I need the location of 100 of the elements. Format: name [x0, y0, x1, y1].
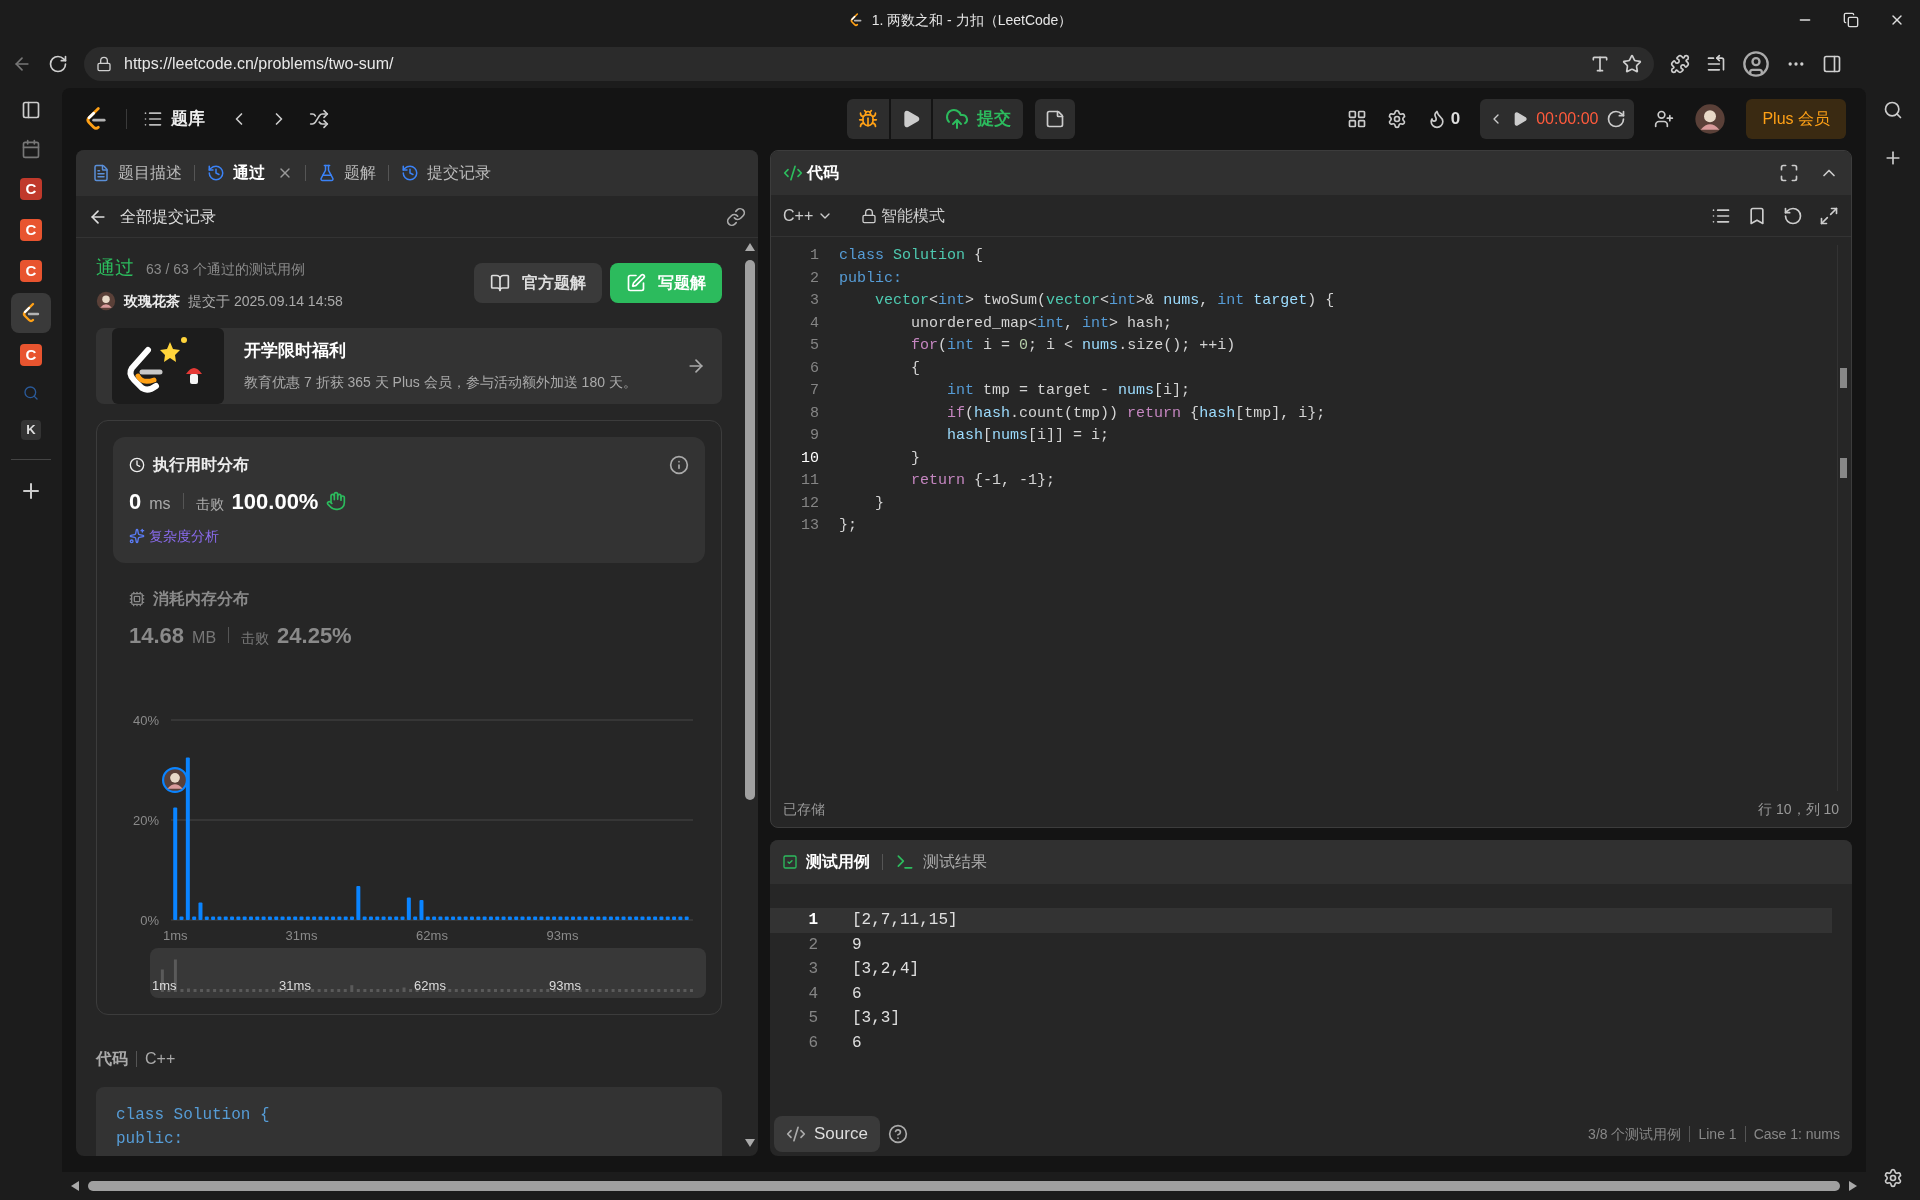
search-icon[interactable] [1883, 100, 1903, 120]
input-line[interactable]: 5 [3,3] [770, 1006, 1832, 1031]
invite-icon[interactable] [1654, 109, 1675, 129]
histogram-bar[interactable] [552, 916, 557, 920]
app-tile[interactable]: C [20, 260, 42, 282]
histogram-bar[interactable] [438, 916, 443, 920]
input-line[interactable]: 2 9 [770, 932, 1832, 957]
tabs-icon[interactable] [21, 100, 41, 120]
histogram-bar[interactable] [413, 916, 418, 920]
histogram-bar[interactable] [545, 916, 550, 920]
reset-icon[interactable] [1783, 205, 1803, 226]
settings-icon[interactable] [1883, 1168, 1903, 1188]
histogram-bar[interactable] [312, 916, 317, 920]
histogram-bar[interactable] [261, 916, 266, 920]
play-icon[interactable] [1512, 111, 1529, 127]
reset-timer-icon[interactable] [1606, 109, 1627, 129]
histogram-bar[interactable] [343, 916, 348, 920]
input-line[interactable]: 3 [3,2,4] [770, 957, 1832, 982]
scroll-up-icon[interactable] [744, 242, 756, 252]
histogram-bar[interactable] [211, 916, 216, 920]
favorite-star-icon[interactable] [1622, 54, 1642, 74]
histogram-bar[interactable] [520, 916, 525, 920]
calendar-icon[interactable] [21, 139, 41, 159]
histogram-bar[interactable] [451, 916, 456, 920]
histogram-bar[interactable] [192, 916, 197, 920]
shuffle-icon[interactable] [309, 109, 329, 129]
histogram-bar[interactable] [583, 916, 588, 920]
histogram-bar[interactable] [274, 916, 279, 920]
histogram-bar[interactable] [488, 916, 493, 920]
histogram-bar[interactable] [305, 916, 310, 920]
histogram-bar[interactable] [539, 916, 544, 920]
plus-member-button[interactable]: Plus 会员 [1746, 99, 1846, 139]
histogram-bar[interactable] [526, 916, 531, 920]
histogram-bar[interactable] [204, 916, 209, 920]
language-select[interactable]: C++ [783, 203, 834, 228]
histogram-bar[interactable] [608, 916, 613, 920]
info-icon[interactable] [669, 454, 689, 475]
histogram-bar[interactable] [318, 916, 323, 920]
submit-button[interactable]: 提交 [933, 99, 1023, 139]
histogram-bar[interactable] [634, 916, 639, 920]
histogram-bar[interactable] [457, 916, 462, 920]
histogram-bar[interactable] [640, 916, 645, 920]
histogram-bar[interactable] [255, 916, 260, 920]
histogram-bar[interactable] [615, 916, 620, 920]
histogram-bar[interactable] [280, 916, 285, 920]
histogram-bar[interactable] [514, 916, 519, 920]
histogram-bar[interactable] [331, 916, 336, 920]
input-line[interactable]: 6 6 [770, 1030, 1832, 1055]
read-aloud-icon[interactable] [1590, 54, 1610, 74]
histogram-bar[interactable] [646, 916, 651, 920]
histogram-bar[interactable] [659, 916, 664, 920]
official-solution-button[interactable]: 官方题解 [474, 262, 602, 303]
histogram-bar[interactable] [337, 916, 342, 920]
histogram-bar[interactable] [463, 916, 468, 920]
histogram-bar[interactable] [482, 916, 487, 920]
restore-icon[interactable] [1843, 12, 1859, 28]
promo-card[interactable]: 开学限时福利 教育优惠 7 折获 365 天 Plus 会员，参与活动额外加送 180 天。 [96, 327, 722, 404]
histogram-bar[interactable] [236, 916, 241, 920]
histogram-bar[interactable] [293, 916, 298, 920]
histogram-bar[interactable] [684, 916, 689, 920]
histogram-bar[interactable] [621, 916, 626, 920]
histogram-bar[interactable] [533, 916, 538, 920]
scroll-right-icon[interactable] [1848, 1180, 1858, 1192]
settings-icon[interactable] [1386, 109, 1407, 129]
help-icon[interactable] [887, 1124, 908, 1144]
panel-tab[interactable]: 测试用例 [782, 850, 870, 874]
notes-button[interactable] [1035, 99, 1075, 139]
debug-button[interactable] [847, 99, 889, 139]
histogram-bar[interactable] [470, 916, 474, 920]
panel-tab[interactable]: 测试结果 [895, 850, 987, 874]
input-line[interactable]: 4 6 [770, 981, 1832, 1006]
histogram-bar[interactable] [501, 916, 506, 920]
histogram-bar[interactable] [324, 916, 329, 920]
fullscreen-icon[interactable] [1779, 163, 1799, 183]
panel-tab[interactable]: 提交记录 [401, 161, 491, 185]
histogram-bar[interactable] [627, 916, 632, 920]
layout-icon[interactable] [1346, 109, 1367, 129]
histogram-bar[interactable] [217, 916, 222, 920]
histogram-bar[interactable] [387, 916, 392, 920]
back-link[interactable]: 全部提交记录 [88, 204, 216, 229]
histogram-bar[interactable] [223, 916, 228, 920]
link-icon[interactable] [726, 206, 746, 227]
histogram-bar[interactable] [400, 916, 405, 920]
histogram-bar[interactable] [653, 916, 658, 920]
scroll-down-icon[interactable] [744, 1138, 756, 1148]
profile-icon[interactable] [1742, 50, 1770, 78]
histogram-bar[interactable] [286, 916, 291, 920]
extensions-icon[interactable] [1670, 54, 1690, 74]
problem-list-button[interactable]: 题库 [143, 106, 205, 132]
bookmark-icon[interactable] [1747, 205, 1767, 226]
histogram-bar[interactable] [495, 916, 500, 920]
histogram-bar[interactable] [230, 916, 235, 920]
histogram-bar[interactable] [432, 916, 437, 920]
favorites-icon[interactable] [1706, 54, 1726, 74]
histogram-bar[interactable] [394, 916, 399, 920]
histogram-bar[interactable] [507, 916, 512, 920]
histogram-bar[interactable] [672, 916, 677, 920]
histogram-bar[interactable] [242, 916, 247, 920]
range-navigator[interactable]: 1ms 31ms 62ms 93ms [150, 947, 706, 998]
stat-card[interactable]: 执行用时分布 0 ms 击败 100.00% 复杂度分析 [113, 436, 705, 563]
